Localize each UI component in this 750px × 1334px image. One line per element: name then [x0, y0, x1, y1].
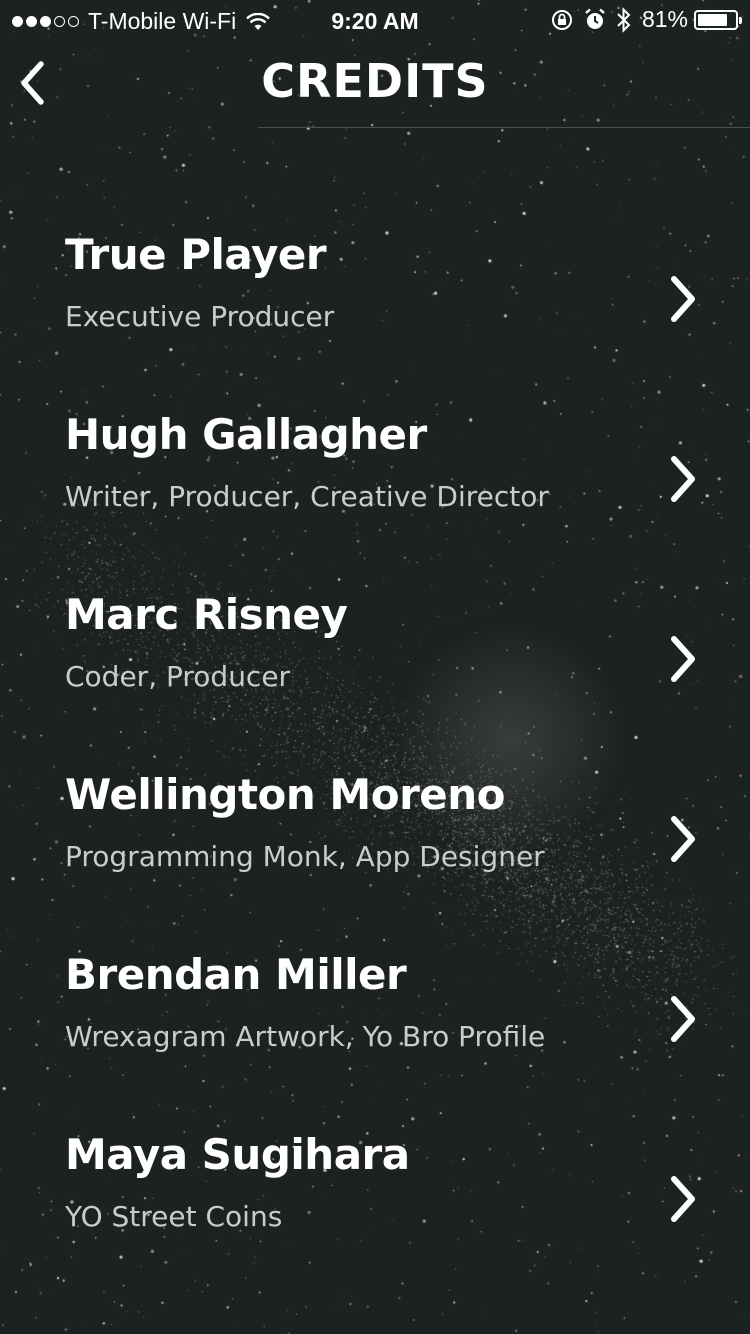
battery-percent: 81%: [641, 6, 688, 32]
credit-role: Writer, Producer, Creative Director: [65, 480, 549, 513]
credit-name: Marc Risney: [65, 590, 348, 639]
chevron-right-icon: [671, 816, 695, 862]
credit-row[interactable]: True Player Executive Producer: [0, 208, 750, 388]
rotation-lock-icon: [551, 9, 572, 30]
credit-name: Maya Sugihara: [65, 1130, 410, 1179]
credit-name: Hugh Gallagher: [65, 410, 427, 459]
credit-name: Wellington Moreno: [65, 770, 506, 819]
nav-divider: [258, 127, 750, 128]
credit-role: YO Street Coins: [65, 1200, 283, 1233]
credit-row[interactable]: Wellington Moreno Programming Monk, App D…: [0, 748, 750, 928]
alarm-icon: [585, 8, 605, 29]
credit-name: True Player: [65, 230, 327, 279]
chevron-right-icon: [671, 276, 695, 322]
credit-role: Programming Monk, App Designer: [65, 840, 545, 873]
credit-row[interactable]: Marc Risney Coder, Producer: [0, 568, 750, 748]
status-right: 81%: [540, 6, 742, 33]
credit-row[interactable]: Hugh Gallagher Writer, Producer, Creative…: [0, 388, 750, 568]
battery-cap: [739, 16, 742, 24]
battery-level: [698, 13, 728, 26]
chevron-right-icon: [671, 636, 695, 682]
credit-role: Executive Producer: [65, 300, 335, 333]
chevron-right-icon: [671, 996, 695, 1042]
credit-row[interactable]: Brendan Miller Wrexagram Artwork, Yo Bro …: [0, 928, 750, 1108]
chevron-right-icon: [671, 1176, 695, 1222]
bluetooth-icon: [617, 6, 631, 33]
page-title: CREDITS: [261, 54, 489, 108]
chevron-right-icon: [671, 456, 695, 502]
credit-name: Brendan Miller: [65, 950, 407, 999]
credits-list: True Player Executive Producer Hugh Gallag…: [0, 208, 750, 1288]
credit-role: Wrexagram Artwork, Yo Bro Profile: [65, 1020, 546, 1053]
status-bar: T-Mobile Wi-Fi 9:20 AM 81%: [0, 0, 750, 40]
credit-role: Coder, Producer: [65, 660, 291, 693]
credit-row[interactable]: Maya Sugihara YO Street Coins: [0, 1108, 750, 1288]
navigation-bar: CREDITS: [0, 40, 750, 128]
battery-icon: [694, 9, 742, 30]
